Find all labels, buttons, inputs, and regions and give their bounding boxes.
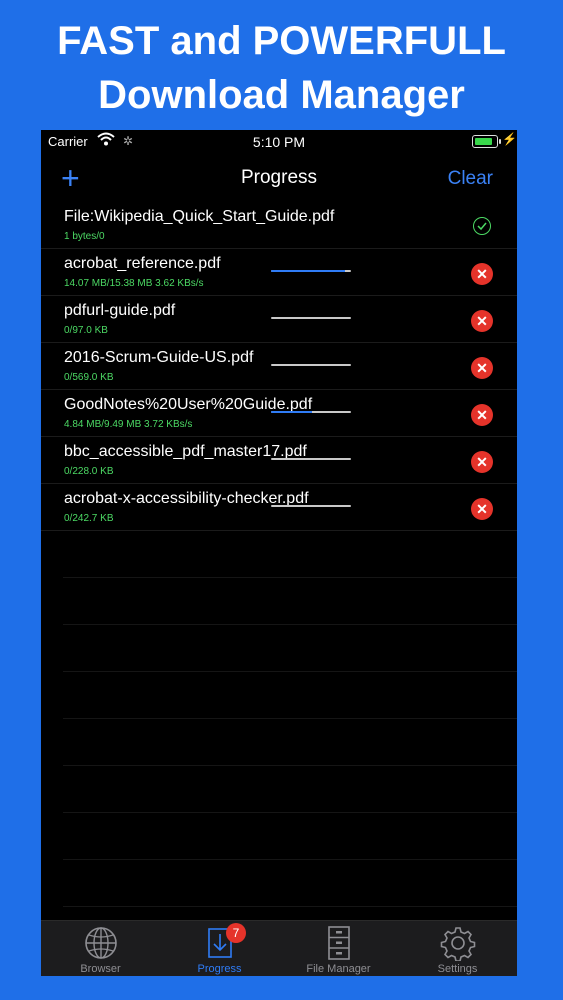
download-filename: pdfurl-guide.pdf — [64, 302, 176, 319]
empty-row — [63, 531, 517, 578]
tab-browser-label: Browser — [80, 963, 121, 975]
download-progress-bar — [271, 411, 351, 413]
phone-screen: Carrier ✲ 5:10 PM ⚡ + Progress Clear Fil… — [41, 130, 517, 976]
cancel-download-icon[interactable]: ✕ — [471, 310, 493, 332]
tab-browser[interactable]: Browser — [41, 921, 160, 976]
download-progress-bar — [271, 364, 351, 366]
status-bar: Carrier ✲ 5:10 PM ⚡ — [41, 130, 517, 154]
download-progress-bar — [271, 458, 351, 460]
cancel-download-icon[interactable]: ✕ — [471, 263, 493, 285]
download-status: 0/569.0 KB — [64, 372, 114, 383]
empty-row — [63, 672, 517, 719]
download-filename: acrobat_reference.pdf — [64, 255, 221, 272]
download-progress-fill — [271, 411, 312, 413]
promo-heading: FAST and POWERFULL Download Manager — [0, 14, 563, 122]
file-cabinet-icon — [328, 926, 350, 960]
download-status: 1 bytes/0 — [64, 231, 105, 242]
promo-line-2: Download Manager — [98, 73, 465, 117]
charging-icon: ⚡ — [502, 132, 517, 146]
tab-file-manager[interactable]: File Manager — [279, 921, 398, 976]
tab-settings[interactable]: Settings — [398, 921, 517, 976]
status-time: 5:10 PM — [252, 134, 306, 150]
globe-icon — [85, 927, 117, 959]
cancel-download-icon[interactable]: ✕ — [471, 498, 493, 520]
download-status: 0/97.0 KB — [64, 325, 108, 336]
cancel-download-icon[interactable]: ✕ — [471, 451, 493, 473]
gear-icon — [440, 927, 476, 961]
download-filename: File:Wikipedia_Quick_Start_Guide.pdf — [64, 208, 335, 225]
page-title: Progress — [240, 167, 318, 188]
download-filename: 2016-Scrum-Guide-US.pdf — [64, 349, 254, 366]
empty-row — [63, 578, 517, 625]
tab-settings-label: Settings — [437, 963, 478, 975]
progress-count-badge: 7 — [226, 923, 246, 943]
navigation-bar: + Progress Clear — [41, 158, 517, 200]
download-progress-bar — [271, 505, 351, 507]
download-status: 0/242.7 KB — [64, 513, 114, 524]
promo-line-1: FAST and POWERFULL — [57, 19, 506, 63]
download-row[interactable]: File:Wikipedia_Quick_Start_Guide.pdf 1 by… — [41, 202, 517, 249]
download-row[interactable]: bbc_accessible_pdf_master17.pdf 0/228.0 K… — [41, 437, 517, 484]
download-row[interactable]: GoodNotes%20User%20Guide.pdf 4.84 MB/9.49… — [41, 390, 517, 437]
empty-row — [63, 813, 517, 860]
download-progress-fill — [271, 270, 345, 272]
tab-file-manager-label: File Manager — [306, 963, 371, 975]
download-row[interactable]: acrobat-x-accessibility-checker.pdf 0/242… — [41, 484, 517, 531]
download-list: File:Wikipedia_Quick_Start_Guide.pdf 1 by… — [41, 202, 517, 907]
download-row[interactable]: 2016-Scrum-Guide-US.pdf 0/569.0 KB ✕ — [41, 343, 517, 390]
battery-icon — [472, 135, 501, 148]
empty-row — [63, 719, 517, 766]
download-row[interactable]: pdfurl-guide.pdf 0/97.0 KB ✕ — [41, 296, 517, 343]
checkmark-icon — [473, 217, 491, 235]
cancel-download-icon[interactable]: ✕ — [471, 404, 493, 426]
tab-progress[interactable]: 7 Progress — [160, 921, 279, 976]
download-progress-bar — [271, 317, 351, 319]
download-progress-bar — [271, 270, 351, 272]
download-status: 14.07 MB/15.38 MB 3.62 KBs/s — [64, 278, 204, 289]
download-row[interactable]: acrobat_reference.pdf 14.07 MB/15.38 MB 3… — [41, 249, 517, 296]
download-status: 0/228.0 KB — [64, 466, 114, 477]
download-status: 4.84 MB/9.49 MB 3.72 KBs/s — [64, 419, 193, 430]
tab-progress-label: Progress — [197, 963, 242, 975]
clear-button[interactable]: Clear — [448, 168, 493, 190]
empty-row — [63, 766, 517, 813]
cancel-download-icon[interactable]: ✕ — [471, 357, 493, 379]
empty-row — [63, 860, 517, 907]
tab-bar: Browser 7 Progress File Manager Settings — [41, 920, 517, 976]
empty-row — [63, 625, 517, 672]
